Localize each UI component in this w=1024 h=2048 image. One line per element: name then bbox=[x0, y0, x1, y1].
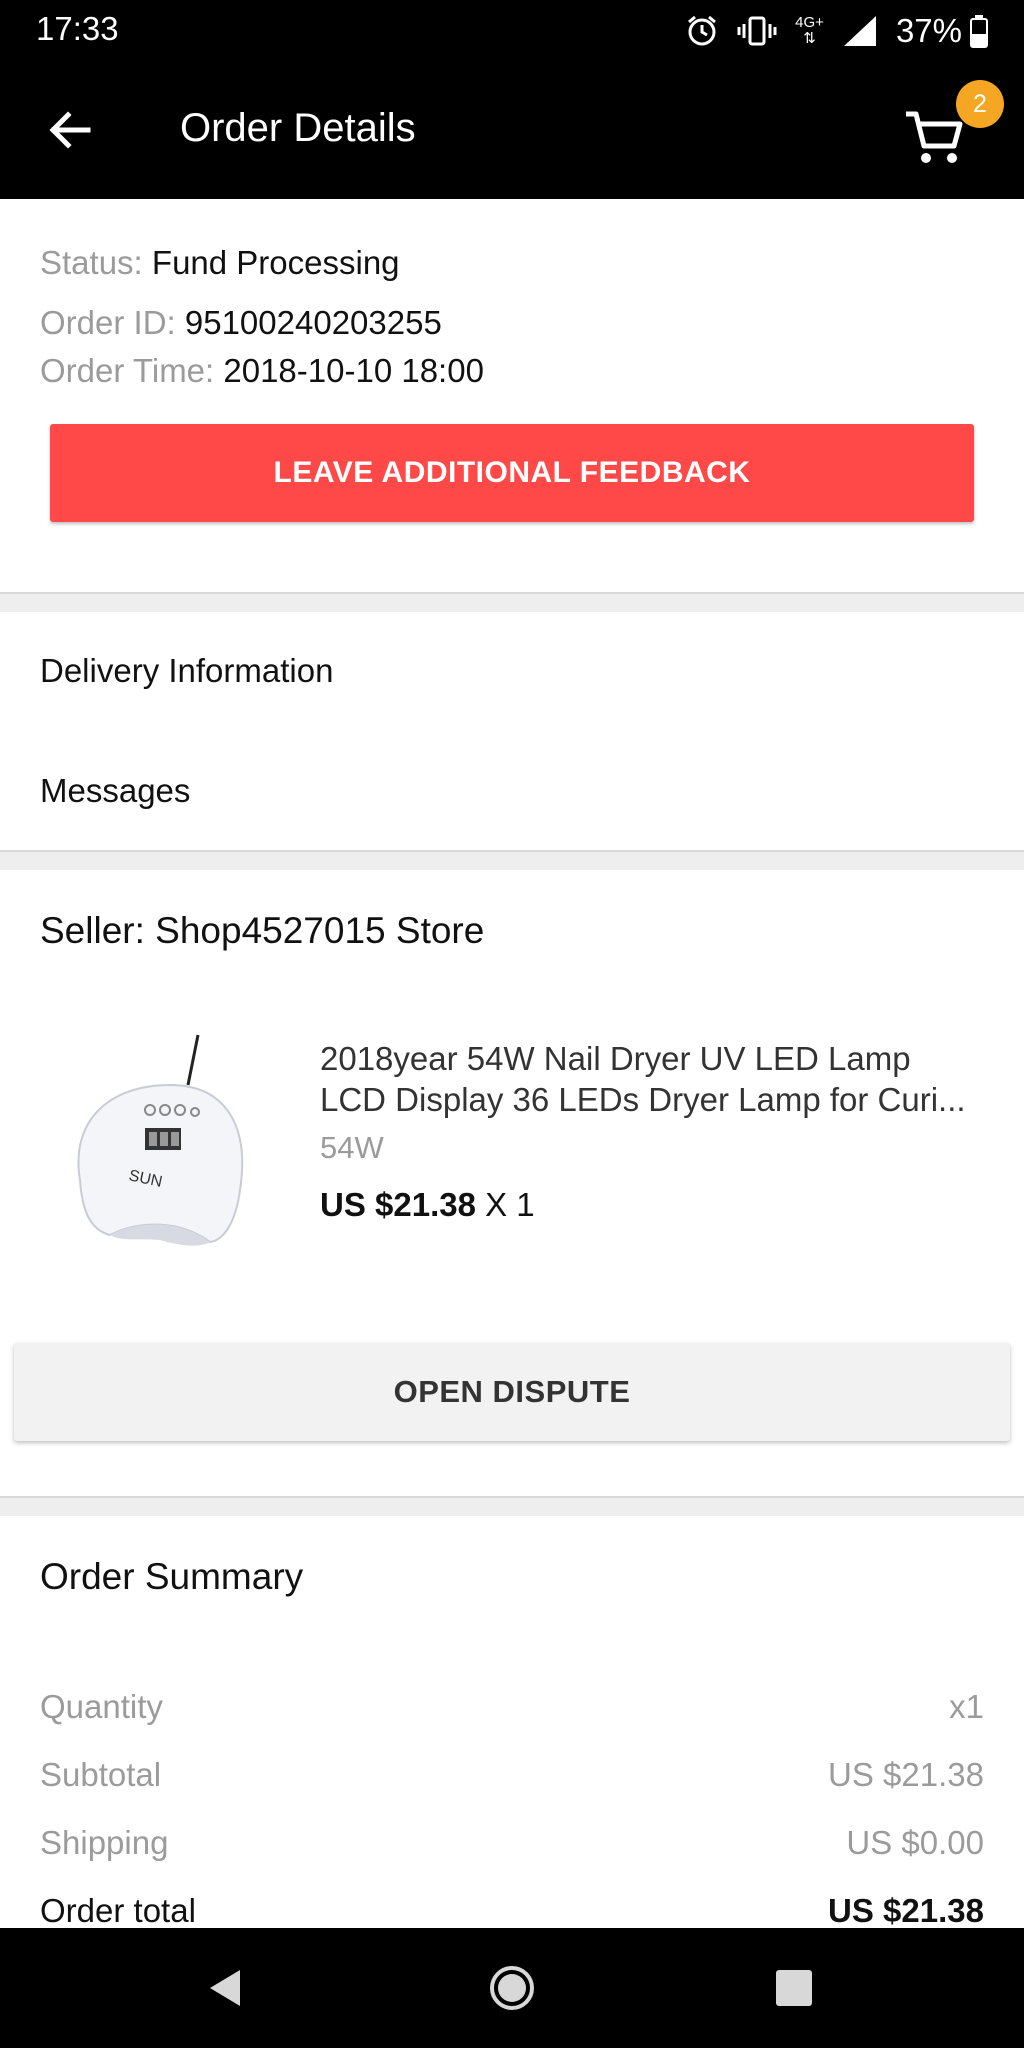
network-type: 4G+ bbox=[795, 14, 824, 31]
vibrate-icon bbox=[737, 14, 777, 48]
section-divider bbox=[0, 850, 1024, 870]
messages-item[interactable]: Messages bbox=[40, 772, 190, 810]
product-title-line1: 2018year 54W Nail Dryer UV LED Lamp bbox=[320, 1040, 911, 1077]
product-image[interactable]: SUN bbox=[60, 1030, 260, 1260]
product-price: US $21.38 bbox=[320, 1186, 476, 1223]
leave-feedback-button[interactable]: LEAVE ADDITIONAL FEEDBACK bbox=[50, 424, 974, 522]
shipping-row: Shipping US $0.00 bbox=[40, 1824, 984, 1862]
cart-icon bbox=[904, 110, 964, 171]
section-divider bbox=[0, 592, 1024, 612]
nav-home-button[interactable] bbox=[482, 1958, 542, 2018]
square-recents-icon bbox=[764, 1970, 824, 2022]
order-id-label: Order ID: bbox=[40, 304, 176, 341]
status-bar: 17:33 4G+ ⇅ 37% bbox=[0, 0, 1024, 62]
shipping-value: US $0.00 bbox=[846, 1824, 984, 1861]
status-value: Fund Processing bbox=[151, 244, 400, 281]
battery-percent: 37% bbox=[895, 12, 962, 49]
delivery-information-item[interactable]: Delivery Information bbox=[40, 652, 333, 690]
order-time-row: Order Time: 2018-10-10 18:00 bbox=[40, 352, 484, 390]
order-id-row: Order ID: 95100240203255 bbox=[40, 304, 442, 342]
triangle-back-icon bbox=[196, 1970, 256, 2022]
status-time: 17:33 bbox=[36, 10, 119, 47]
back-button[interactable] bbox=[30, 92, 110, 172]
order-time-label: Order Time: bbox=[40, 352, 215, 389]
order-time-value: 2018-10-10 18:00 bbox=[223, 352, 484, 389]
nav-back-button[interactable] bbox=[196, 1958, 256, 2018]
product-variant: 54W bbox=[320, 1130, 384, 1165]
nav-recents-button[interactable] bbox=[764, 1958, 824, 2018]
subtotal-label: Subtotal bbox=[40, 1756, 162, 1793]
seller-name[interactable]: Seller: Shop4527015 Store bbox=[40, 910, 484, 952]
product-quantity: X 1 bbox=[485, 1186, 535, 1223]
product-title[interactable]: 2018year 54W Nail Dryer UV LED Lamp LCD … bbox=[320, 1038, 990, 1120]
signal-icon bbox=[842, 14, 878, 48]
order-total-value: US $21.38 bbox=[828, 1892, 984, 1929]
quantity-label: Quantity bbox=[40, 1688, 163, 1725]
alarm-icon bbox=[685, 14, 719, 48]
order-summary-title: Order Summary bbox=[40, 1556, 304, 1597]
product-price-row: US $21.38 X 1 bbox=[320, 1186, 535, 1224]
quantity-row: Quantity x1 bbox=[40, 1688, 984, 1726]
subtotal-row: Subtotal US $21.38 bbox=[40, 1756, 984, 1794]
order-total-row: Order total US $21.38 bbox=[40, 1892, 984, 1930]
shipping-label: Shipping bbox=[40, 1824, 169, 1861]
cart-count-badge: 2 bbox=[956, 80, 1004, 128]
section-divider bbox=[0, 1496, 1024, 1516]
order-total-label: Order total bbox=[40, 1892, 196, 1929]
quantity-value: x1 bbox=[949, 1688, 984, 1725]
open-dispute-button[interactable]: OPEN DISPUTE bbox=[14, 1343, 1010, 1441]
battery-icon bbox=[970, 14, 988, 48]
network-icon: 4G+ ⇅ bbox=[795, 15, 824, 47]
page-title: Order Details bbox=[180, 106, 416, 150]
product-title-line2: LCD Display 36 LEDs Dryer Lamp for Curi.… bbox=[320, 1081, 966, 1118]
subtotal-value: US $21.38 bbox=[828, 1756, 984, 1793]
status-icons: 4G+ ⇅ 37% bbox=[685, 8, 988, 54]
status-row: Status: Fund Processing bbox=[40, 244, 400, 282]
status-label: Status: bbox=[40, 244, 143, 281]
order-id-value: 95100240203255 bbox=[184, 304, 442, 341]
data-arrows-icon: ⇅ bbox=[803, 30, 816, 47]
system-nav-bar bbox=[0, 1928, 1024, 2048]
arrow-left-icon bbox=[48, 108, 92, 157]
app-bar: Order Details 2 bbox=[0, 62, 1024, 199]
circle-home-icon bbox=[482, 1966, 542, 2022]
